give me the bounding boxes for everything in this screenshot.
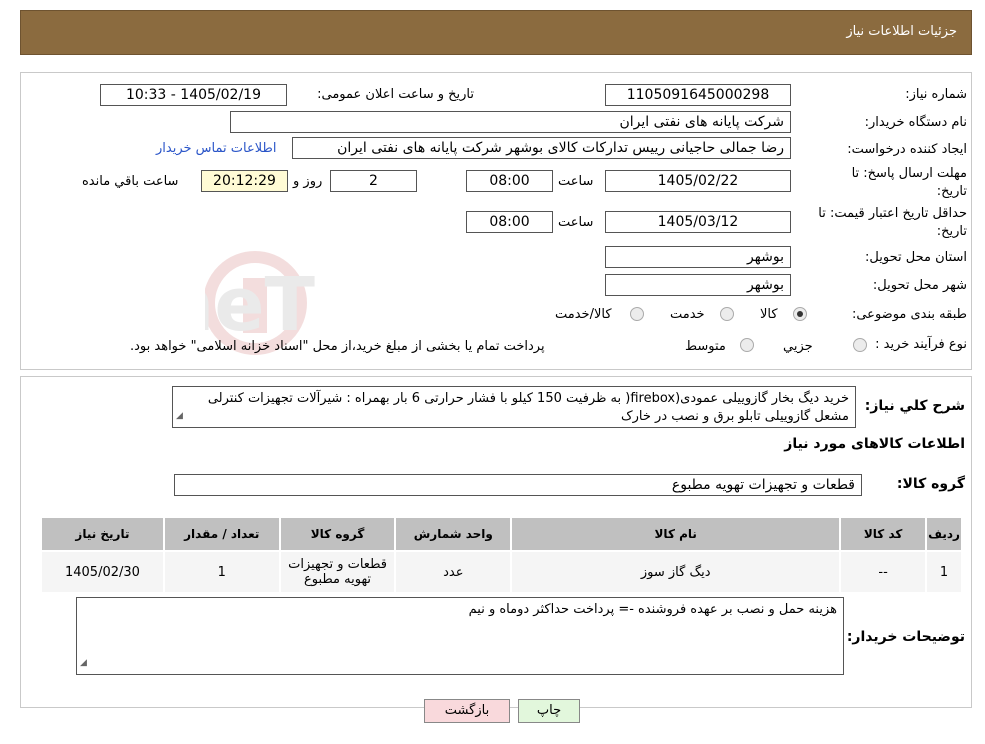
city-field[interactable]: بوشهر xyxy=(605,274,791,296)
announce-label: تاریخ و ساعت اعلان عمومی: xyxy=(317,87,474,102)
summary-text: خرید دیگ بخار گازوییلی عمودی(firebox( به… xyxy=(207,391,849,424)
col-unit: واحد شمارش xyxy=(394,516,513,552)
remaining-time-label: ساعت باقي مانده xyxy=(82,174,179,189)
category-option-goods: کالا xyxy=(760,307,778,322)
col-qty: تعداد / مقدار xyxy=(162,516,281,552)
process-note: پرداخت تمام یا بخشی از مبلغ خرید،از محل … xyxy=(130,339,545,354)
goods-group-label: گروه کالا: xyxy=(896,476,965,492)
summary-label: شرح کلي نیاز: xyxy=(864,398,965,414)
table-row[interactable]: 1 -- دیگ گاز سوز عدد قطعات و تجهیزات تهو… xyxy=(40,550,963,594)
cell-code: -- xyxy=(839,550,928,594)
cell-name: دیگ گاز سوز xyxy=(510,550,842,594)
cell-qty: 1 xyxy=(162,550,281,594)
buyer-contact-link[interactable]: اطلاعات تماس خریدار xyxy=(156,141,276,156)
category-radio-service[interactable] xyxy=(720,307,734,321)
remaining-time-field[interactable]: 20:12:29 xyxy=(201,170,288,192)
deadline-time-field[interactable]: 08:00 xyxy=(466,170,553,192)
goods-section-title: اطلاعات کالاهای مورد نیاز xyxy=(784,436,965,452)
process-radio-medium[interactable] xyxy=(740,338,754,352)
category-radio-goods-service[interactable] xyxy=(630,307,644,321)
validity-time-label: ساعت xyxy=(558,215,594,230)
deadline-label-1: مهلت ارسال پاسخ: تا xyxy=(851,166,967,181)
category-option-service: خدمت xyxy=(670,307,705,322)
validity-label-2: تاریخ: xyxy=(936,224,967,239)
cell-date: 1405/02/30 xyxy=(40,550,165,594)
process-option-medium: متوسط xyxy=(685,339,726,354)
cell-group: قطعات و تجهیزات تهویه مطبوع xyxy=(278,550,397,594)
days-remaining-field[interactable]: 2 xyxy=(330,170,417,192)
buyer-org-label: نام دستگاه خریدار: xyxy=(864,115,967,130)
validity-time-field[interactable]: 08:00 xyxy=(466,211,553,233)
col-code: کد کالا xyxy=(839,516,928,552)
deadline-date-field[interactable]: 1405/02/22 xyxy=(605,170,791,192)
deadline-label-2: تاریخ: xyxy=(936,184,967,199)
validity-label-1: حداقل تاريخ اعتبار قیمت: تا xyxy=(818,206,967,221)
watermark-text: AriaTender.neT xyxy=(205,262,316,348)
resize-handle-icon[interactable]: ◢ xyxy=(176,407,183,425)
goods-table-header: ردیف کد کالا نام کالا واحد شمارش گروه کا… xyxy=(40,516,963,552)
validity-date-field[interactable]: 1405/03/12 xyxy=(605,211,791,233)
process-radio-minor[interactable] xyxy=(853,338,867,352)
deadline-time-label: ساعت xyxy=(558,174,594,189)
process-label: نوع فرآیند خرید : xyxy=(875,337,967,352)
page-header: جزئیات اطلاعات نیاز xyxy=(20,10,972,55)
goods-table: ردیف کد کالا نام کالا واحد شمارش گروه کا… xyxy=(40,516,963,594)
col-index: ردیف xyxy=(925,516,963,552)
col-date: تاریخ نیاز xyxy=(40,516,165,552)
province-label: استان محل تحویل: xyxy=(865,250,967,265)
cell-unit: عدد xyxy=(394,550,513,594)
need-number-label: شماره نیاز: xyxy=(905,87,967,102)
category-label: طبقه بندی موضوعی: xyxy=(851,307,967,322)
summary-textarea[interactable]: خرید دیگ بخار گازوییلی عمودی(firebox( به… xyxy=(172,386,856,428)
resize-handle-icon[interactable]: ◢ xyxy=(80,654,87,672)
col-name: نام کالا xyxy=(510,516,842,552)
buyer-org-field[interactable]: شرکت پایانه های نفتی ایران xyxy=(230,111,791,133)
page-title: جزئیات اطلاعات نیاز xyxy=(846,24,957,39)
process-option-minor: جزیي xyxy=(783,339,813,354)
province-field[interactable]: بوشهر xyxy=(605,246,791,268)
announce-datetime-field[interactable]: 1405/02/19 - 10:33 xyxy=(100,84,287,106)
city-label: شهر محل تحویل: xyxy=(872,278,967,293)
creator-field[interactable]: رضا جمالی حاجیانی رییس تدارکات کالای بوش… xyxy=(292,137,791,159)
days-label: روز و xyxy=(293,174,323,189)
col-group: گروه کالا xyxy=(278,516,397,552)
category-radio-goods[interactable] xyxy=(793,307,807,321)
creator-label: ایجاد کننده درخواست: xyxy=(847,142,967,157)
need-number-field[interactable]: 1105091645000298 xyxy=(605,84,791,106)
print-button[interactable]: چاپ xyxy=(518,699,580,723)
category-option-goods-service: کالا/خدمت xyxy=(555,307,612,322)
buyer-notes-label: توضیحات خریدار: xyxy=(846,629,965,645)
cell-index: 1 xyxy=(925,550,963,594)
buyer-notes-text: هزینه حمل و نصب بر عهده فروشنده -= پرداخ… xyxy=(468,602,837,617)
back-button[interactable]: بازگشت xyxy=(424,699,510,723)
buyer-notes-textarea[interactable]: هزینه حمل و نصب بر عهده فروشنده -= پرداخ… xyxy=(76,597,844,675)
goods-group-field[interactable]: قطعات و تجهیزات تهویه مطبوع xyxy=(174,474,862,496)
